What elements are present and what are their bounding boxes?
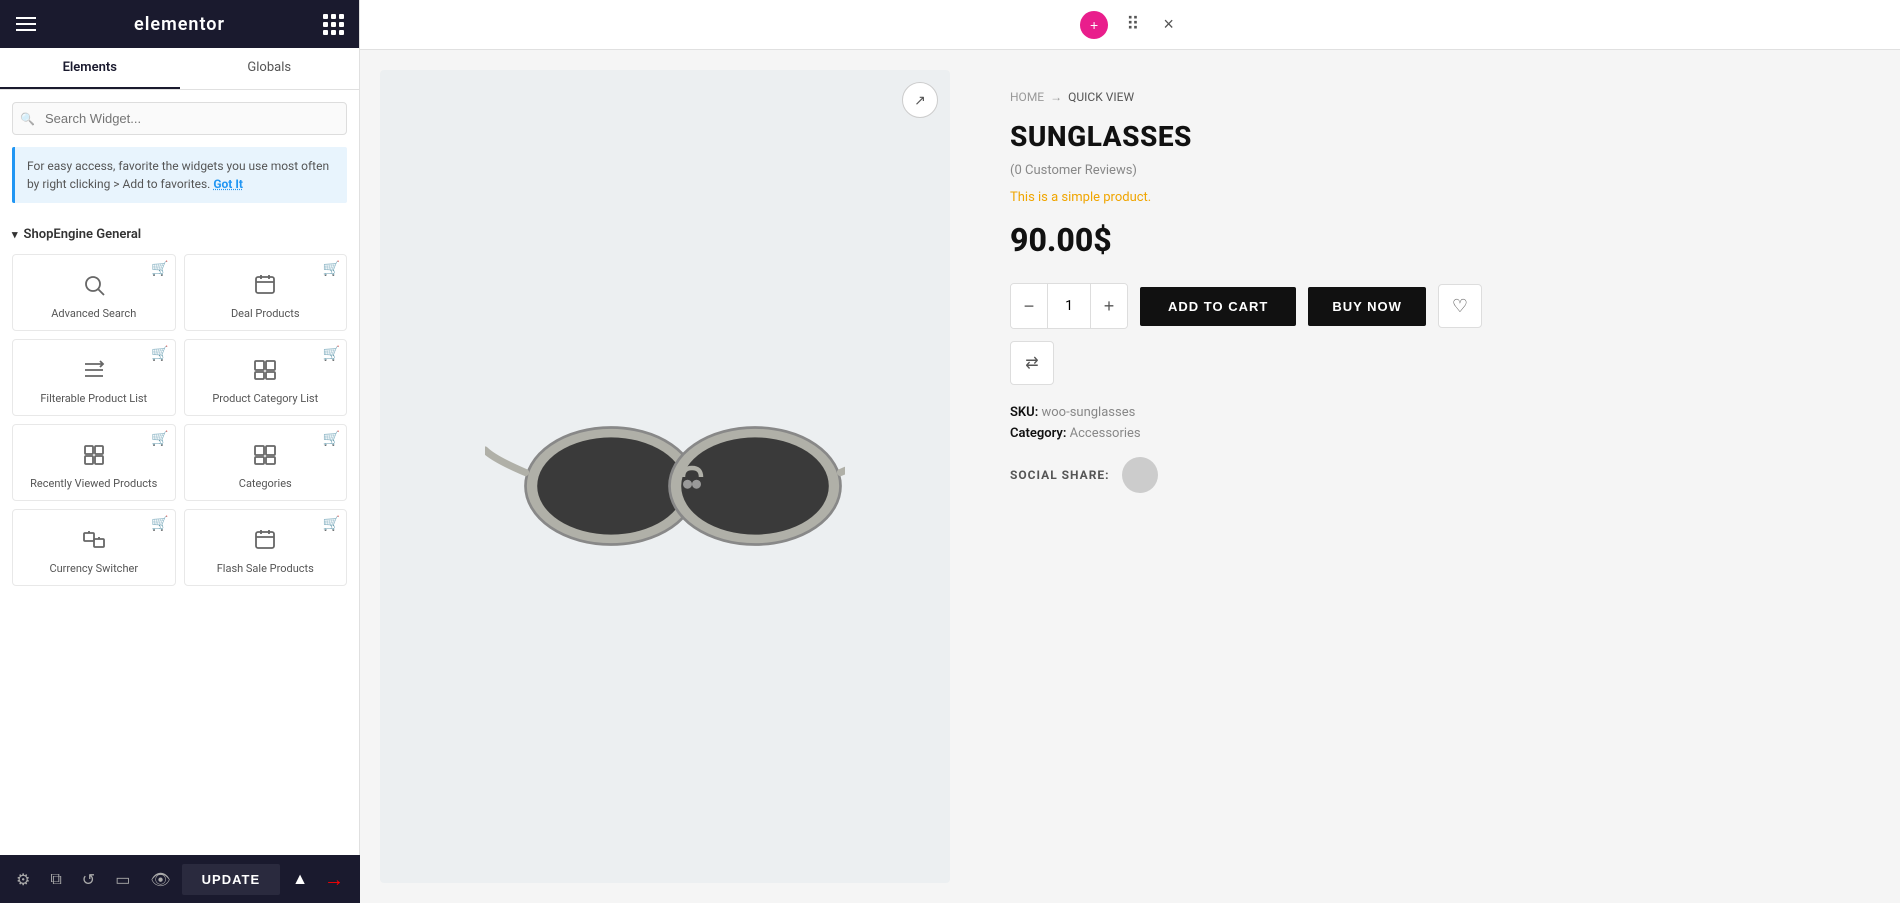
widget-badge: 🛒 <box>323 516 340 532</box>
main-content: + ⠿ × ↗ <box>360 0 1900 903</box>
product-image <box>485 367 845 587</box>
flash-sale-icon <box>253 526 277 554</box>
update-button[interactable]: UPDATE <box>182 864 280 895</box>
product-title: SUNGLASSES <box>1010 120 1860 153</box>
quantity-decrease-button[interactable]: − <box>1011 284 1047 328</box>
widget-label: Categories <box>239 477 292 490</box>
product-details: HOME → QUICK VIEW SUNGLASSES (0 Customer… <box>970 50 1900 903</box>
category-list-icon <box>253 356 277 384</box>
preview-area: ↗ <box>360 50 1900 903</box>
info-text: For easy access, favorite the widgets yo… <box>27 159 329 191</box>
sku-row: SKU: woo-sunglasses <box>1010 405 1860 420</box>
social-share-row: SOCIAL SHARE: <box>1010 457 1860 493</box>
breadcrumb-current: QUICK VIEW <box>1068 90 1134 104</box>
sku-label: SKU: <box>1010 405 1038 420</box>
search-bar-container <box>0 90 359 147</box>
wishlist-button[interactable]: ♡ <box>1438 284 1482 328</box>
widget-badge: 🛒 <box>151 516 168 532</box>
widget-label: Flash Sale Products <box>217 562 314 575</box>
category-value[interactable]: Accessories <box>1070 426 1141 441</box>
widget-deal-products[interactable]: 🛒 Deal Products <box>184 254 348 331</box>
widgets-grid: 🛒 Advanced Search 🛒 <box>12 254 347 586</box>
add-element-button[interactable]: + <box>1080 11 1108 39</box>
category-label: Category: <box>1010 426 1066 441</box>
widget-product-category-list[interactable]: 🛒 Product Category List <box>184 339 348 416</box>
elementor-logo: elementor <box>134 14 225 35</box>
categories-icon <box>253 441 277 469</box>
sidebar-tabs: Elements Globals <box>0 48 359 90</box>
share-icon[interactable] <box>1122 457 1158 493</box>
got-it-link[interactable]: Got It <box>213 177 243 191</box>
advanced-search-icon <box>82 271 106 299</box>
deal-products-icon <box>253 271 277 299</box>
filterable-icon <box>82 356 106 384</box>
widget-filterable-product-list[interactable]: 🛒 Filterable Product List <box>12 339 176 416</box>
compare-row: ⇄ <box>1010 341 1860 385</box>
sidebar-content: ShopEngine General 🛒 Advanced Search 🛒 <box>0 215 359 903</box>
category-row: Category: Accessories <box>1010 426 1860 441</box>
widget-flash-sale[interactable]: 🛒 Flash Sale Products <box>184 509 348 586</box>
currency-icon <box>82 526 106 554</box>
plus-icon: + <box>1090 17 1098 33</box>
recently-viewed-icon <box>82 441 106 469</box>
tab-globals[interactable]: Globals <box>180 48 360 89</box>
widget-label: Recently Viewed Products <box>30 477 157 490</box>
quantity-value: 1 <box>1047 284 1091 328</box>
compare-button[interactable]: ⇄ <box>1010 341 1054 385</box>
bottom-icons: ⚙ ⧉ ↺ ▭ 👁 <box>16 869 171 889</box>
add-to-cart-button[interactable]: ADD TO CART <box>1140 287 1296 326</box>
widget-label: Advanced Search <box>51 307 136 320</box>
widget-currency-switcher[interactable]: 🛒 Currency Switcher <box>12 509 176 586</box>
section-title-shopengine[interactable]: ShopEngine General <box>12 227 347 242</box>
widget-badge: 🛒 <box>323 346 340 362</box>
widget-label: Product Category List <box>212 392 318 405</box>
breadcrumb: HOME → QUICK VIEW <box>1010 90 1860 104</box>
product-price: 90.00$ <box>1010 221 1860 259</box>
widget-label: Currency Switcher <box>49 562 138 575</box>
sidebar-header: elementor <box>0 0 359 48</box>
eye-icon[interactable]: 👁 <box>150 870 170 889</box>
tab-elements[interactable]: Elements <box>0 48 180 89</box>
search-input[interactable] <box>12 102 347 135</box>
widget-badge: 🛒 <box>151 261 168 277</box>
product-reviews: (0 Customer Reviews) <box>1010 163 1860 178</box>
hamburger-icon[interactable] <box>16 17 36 31</box>
bottom-bar: ⚙ ⧉ ↺ ▭ 👁 UPDATE ▲ → <box>0 855 360 903</box>
close-element-button[interactable]: × <box>1157 8 1180 41</box>
move-element-button[interactable]: ⠿ <box>1120 8 1145 41</box>
widget-label: Deal Products <box>231 307 300 320</box>
widget-categories[interactable]: 🛒 Categories <box>184 424 348 501</box>
breadcrumb-arrow: → <box>1050 90 1062 104</box>
quantity-row: − 1 + ADD TO CART BUY NOW ♡ <box>1010 283 1860 329</box>
widget-badge: 🛒 <box>323 431 340 447</box>
history-icon[interactable]: ↺ <box>82 870 95 889</box>
quantity-increase-button[interactable]: + <box>1091 284 1127 328</box>
quantity-control: − 1 + <box>1010 283 1128 329</box>
breadcrumb-home[interactable]: HOME <box>1010 90 1044 104</box>
social-share-label: SOCIAL SHARE: <box>1010 468 1110 482</box>
close-icon: × <box>1163 14 1174 35</box>
product-image-area: ↗ <box>380 70 950 883</box>
layers-icon[interactable]: ⧉ <box>50 869 61 889</box>
responsive-icon[interactable]: ▭ <box>115 870 130 889</box>
widget-advanced-search[interactable]: 🛒 Advanced Search <box>12 254 176 331</box>
sku-value: woo-sunglasses <box>1042 405 1136 420</box>
move-icon: ⠿ <box>1126 14 1139 35</box>
widget-badge: 🛒 <box>323 261 340 277</box>
grid-icon[interactable] <box>323 14 343 35</box>
widget-badge: 🛒 <box>151 346 168 362</box>
info-box: For easy access, favorite the widgets yo… <box>12 147 347 203</box>
widget-badge: 🛒 <box>151 431 168 447</box>
top-toolbar: + ⠿ × <box>360 0 1900 50</box>
product-description: This is a simple product. <box>1010 190 1860 205</box>
arrow-indicator: → <box>324 867 344 892</box>
sidebar: elementor Elements Globals For easy acce… <box>0 0 360 903</box>
widget-recently-viewed[interactable]: 🛒 Recently Viewed Products <box>12 424 176 501</box>
buy-now-button[interactable]: BUY NOW <box>1308 287 1426 326</box>
settings-icon[interactable]: ⚙ <box>16 870 30 889</box>
widget-label: Filterable Product List <box>40 392 147 405</box>
chevron-up-icon[interactable]: ▲ <box>292 869 308 889</box>
expand-button[interactable]: ↗ <box>902 82 938 118</box>
